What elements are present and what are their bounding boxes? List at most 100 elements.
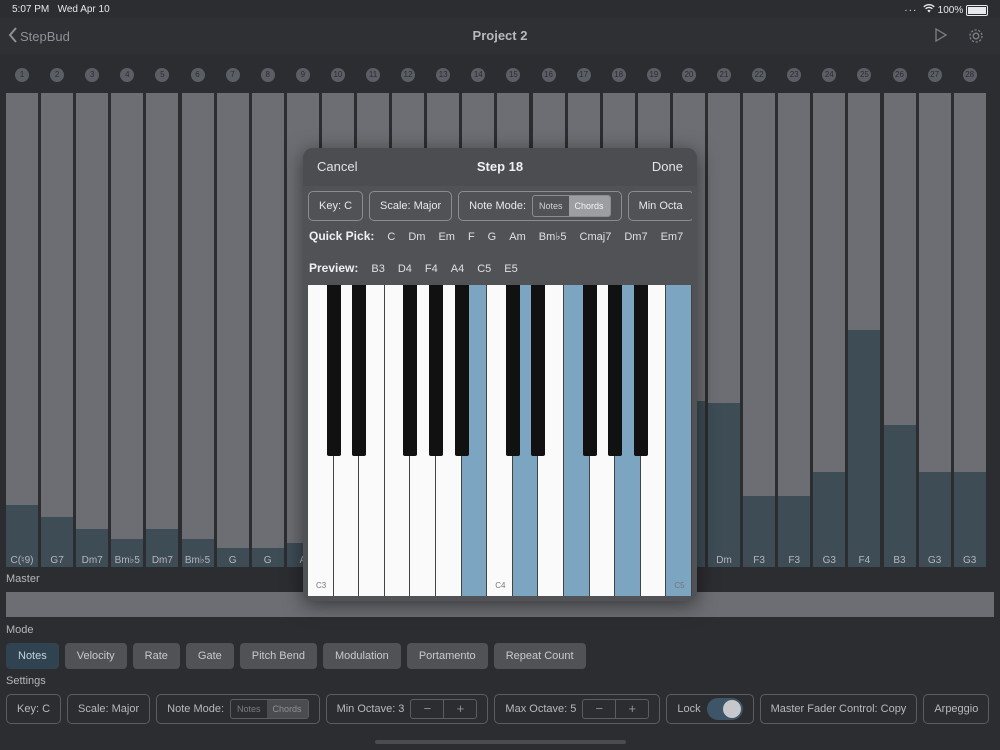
- step-number-badge: 8: [260, 68, 275, 82]
- signal-icon: ···: [904, 5, 918, 16]
- quick-pick-chord[interactable]: Bm♭5: [539, 230, 567, 243]
- popover-settings-row: Key: C Scale: Major Note Mode: Notes Cho…: [308, 191, 692, 221]
- quick-pick-chord[interactable]: G: [488, 231, 497, 243]
- quick-pick-chord[interactable]: Dm: [408, 231, 425, 243]
- preview-note: E5: [504, 263, 518, 275]
- mode-button-modulation[interactable]: Modulation: [322, 643, 401, 669]
- step-chord-label: G: [228, 555, 237, 566]
- black-key[interactable]: [582, 285, 597, 456]
- max-octave-control: Max Octave: 5 − +: [494, 694, 661, 724]
- mode-button-gate[interactable]: Gate: [185, 643, 234, 669]
- step-number-badge: 4: [120, 68, 135, 82]
- step-number-badge: 15: [506, 68, 521, 82]
- step-fader[interactable]: Dm: [708, 93, 740, 567]
- play-icon[interactable]: [934, 27, 948, 47]
- fader-fill: [953, 472, 986, 567]
- master-label: Master: [6, 573, 40, 585]
- step-fader[interactable]: G: [216, 93, 249, 567]
- black-key[interactable]: [454, 285, 469, 456]
- step-fader[interactable]: Bm♭5: [111, 93, 144, 567]
- step-fader[interactable]: F3: [778, 93, 811, 567]
- step-chord-label: F3: [788, 555, 801, 566]
- white-key[interactable]: C5: [666, 285, 692, 596]
- popover-key-button[interactable]: Key: C: [308, 191, 364, 221]
- step-fader[interactable]: G3: [953, 93, 986, 567]
- black-key[interactable]: [403, 285, 418, 456]
- step-fader[interactable]: F4: [848, 93, 881, 567]
- black-key[interactable]: [429, 285, 443, 456]
- step-fader[interactable]: F3: [743, 93, 776, 567]
- preview-note: A4: [450, 263, 465, 275]
- black-key[interactable]: [608, 285, 623, 456]
- mode-button-pitch-bend[interactable]: Pitch Bend: [239, 643, 317, 669]
- step-number-badge: 18: [611, 68, 626, 82]
- quick-pick-chord[interactable]: Em: [438, 231, 455, 243]
- step-number-badge: 20: [681, 68, 696, 82]
- master-fader-control-button[interactable]: Master Fader Control: Copy: [759, 694, 918, 724]
- piano-keyboard[interactable]: C3 C4 C5: [308, 285, 692, 596]
- step-fader[interactable]: Dm7: [76, 93, 109, 567]
- step-fader[interactable]: G7: [41, 93, 74, 567]
- quick-pick-chord[interactable]: F: [468, 231, 475, 243]
- step-fader[interactable]: G: [251, 93, 284, 567]
- battery-icon: [966, 4, 988, 16]
- min-octave-decrement-button[interactable]: −: [411, 700, 443, 718]
- mode-button-rate[interactable]: Rate: [132, 643, 180, 669]
- black-key[interactable]: [352, 285, 367, 456]
- step-fader[interactable]: C(♮9): [6, 93, 38, 567]
- note-mode-chords-segment[interactable]: Chords: [266, 700, 308, 718]
- step-number-badge: 10: [330, 68, 345, 82]
- popover-chords-segment[interactable]: Chords: [568, 196, 610, 216]
- done-button[interactable]: Done: [652, 159, 683, 174]
- popover-min-octave-button[interactable]: Min Octa: [627, 191, 692, 221]
- max-octave-decrement-button[interactable]: −: [583, 700, 615, 718]
- scale-button[interactable]: Scale: Major: [67, 694, 151, 724]
- preview-note: D4: [397, 263, 412, 275]
- mode-button-velocity[interactable]: Velocity: [64, 643, 127, 669]
- popover-note-mode-control: Note Mode: Notes Chords: [458, 191, 622, 221]
- gear-icon[interactable]: [967, 27, 985, 50]
- step-chord-label: F3: [753, 555, 765, 566]
- step-number-badge: 3: [85, 68, 100, 82]
- quick-pick-chord[interactable]: Am: [509, 231, 526, 243]
- black-key[interactable]: [505, 285, 520, 456]
- black-key[interactable]: [531, 285, 546, 456]
- lock-label: Lock: [677, 703, 701, 715]
- note-mode-notes-segment[interactable]: Notes: [231, 700, 267, 718]
- quick-pick-chord[interactable]: Em7: [661, 231, 684, 243]
- popover-notes-segment[interactable]: Notes: [533, 196, 569, 216]
- step-number-badge: 16: [541, 68, 556, 82]
- mode-button-repeat-count[interactable]: Repeat Count: [493, 643, 586, 669]
- lock-toggle[interactable]: [706, 698, 743, 720]
- step-number-badge: 2: [50, 68, 65, 82]
- min-octave-stepper: − +: [410, 699, 478, 719]
- black-key[interactable]: [633, 285, 648, 456]
- preview-note: F4: [424, 263, 438, 275]
- key-button[interactable]: Key: C: [6, 694, 62, 724]
- fader-fill: [883, 424, 916, 567]
- black-key[interactable]: [326, 285, 341, 456]
- step-number-badge: 7: [225, 68, 240, 82]
- step-fader[interactable]: G3: [918, 93, 951, 567]
- popover-scale-button[interactable]: Scale: Major: [369, 191, 453, 221]
- step-number-badge: 23: [787, 68, 802, 82]
- step-chord-label: Dm: [716, 555, 732, 566]
- mode-button-notes[interactable]: Notes: [6, 643, 59, 669]
- step-fader[interactable]: G3: [813, 93, 846, 567]
- step-fader[interactable]: Dm7: [146, 93, 179, 567]
- step-number-badge: 12: [401, 68, 416, 82]
- step-fader[interactable]: B3: [883, 93, 916, 567]
- popover-title: Step 18: [476, 159, 524, 174]
- fader-fill: [813, 472, 846, 567]
- arpeggio-button[interactable]: Arpeggio: [923, 694, 990, 724]
- min-octave-increment-button[interactable]: +: [443, 700, 476, 718]
- step-number-badge: 19: [646, 68, 661, 82]
- fader-fill: [848, 330, 881, 567]
- mode-button-portamento[interactable]: Portamento: [406, 643, 488, 669]
- quick-pick-chord[interactable]: Cmaj7: [580, 231, 612, 243]
- quick-pick-chord[interactable]: C: [387, 231, 395, 243]
- quick-pick-chord[interactable]: Dm7: [624, 231, 647, 243]
- max-octave-increment-button[interactable]: +: [615, 700, 648, 718]
- lock-control: Lock: [666, 694, 754, 724]
- step-fader[interactable]: Bm♭5: [181, 93, 214, 567]
